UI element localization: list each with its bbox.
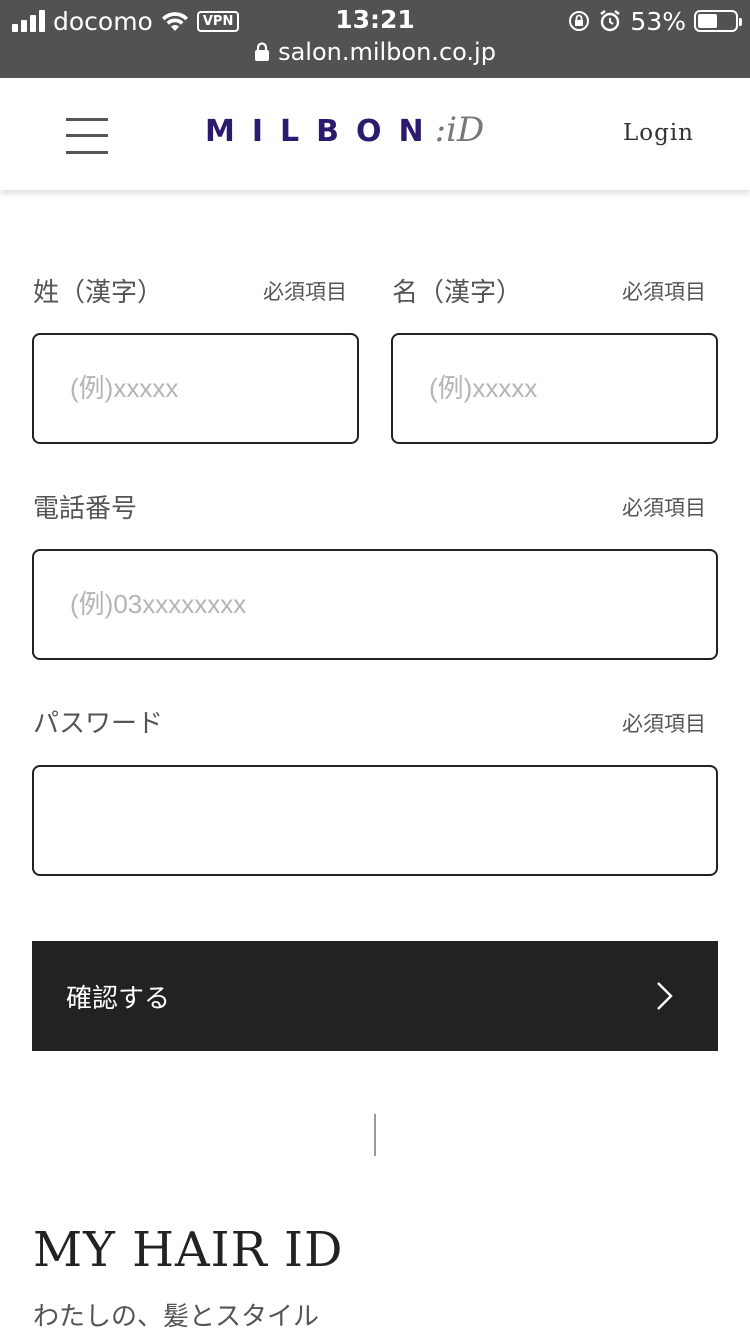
menu-icon[interactable] xyxy=(66,116,110,156)
phone-field[interactable] xyxy=(32,549,718,660)
vertical-divider xyxy=(374,1114,376,1156)
first-name-input[interactable] xyxy=(427,372,682,405)
battery-percent: 53% xyxy=(630,6,686,36)
last-name-required: 必須項目 xyxy=(263,280,347,304)
first-name-field[interactable] xyxy=(391,333,718,444)
phone-input[interactable] xyxy=(68,588,682,621)
last-name-label: 姓（漢字） xyxy=(33,278,164,308)
first-name-label: 名（漢字） xyxy=(392,278,523,308)
orientation-lock-icon xyxy=(569,11,590,31)
milbon-id-logo[interactable]: MILBON :iD xyxy=(205,110,484,160)
brand-title: MY HAIR ID xyxy=(33,1222,344,1278)
password-input[interactable] xyxy=(68,804,682,837)
phone-label: 電話番号 xyxy=(33,494,138,524)
password-field[interactable] xyxy=(32,765,718,876)
chevron-right-icon xyxy=(657,982,673,1010)
confirm-button[interactable]: 確認する xyxy=(32,941,718,1051)
confirm-button-label: 確認する xyxy=(66,983,171,1014)
battery-fill xyxy=(698,14,718,28)
lock-icon xyxy=(255,42,270,61)
last-name-input[interactable] xyxy=(68,372,323,405)
address-bar[interactable]: salon.milbon.co.jp xyxy=(0,38,750,66)
phone-required: 必須項目 xyxy=(622,496,706,520)
site-header: MILBON :iD Login xyxy=(0,78,750,190)
password-required: 必須項目 xyxy=(622,712,706,736)
battery-icon xyxy=(694,10,742,32)
login-link[interactable]: Login xyxy=(623,120,694,146)
url-text: salon.milbon.co.jp xyxy=(278,38,496,66)
alarm-icon xyxy=(600,10,621,32)
first-name-required: 必須項目 xyxy=(622,280,706,304)
logo-main-text: MILBON xyxy=(205,114,441,149)
last-name-field[interactable] xyxy=(32,333,359,444)
status-bar: docomo VPN 13:21 53% salon.milbon.co.jp xyxy=(0,0,750,78)
status-right: 53% xyxy=(568,6,742,36)
logo-sub-text: :iD xyxy=(434,110,485,150)
password-label: パスワード xyxy=(33,709,164,739)
brand-subtitle: わたしの、髪とスタイル xyxy=(33,1302,320,1332)
